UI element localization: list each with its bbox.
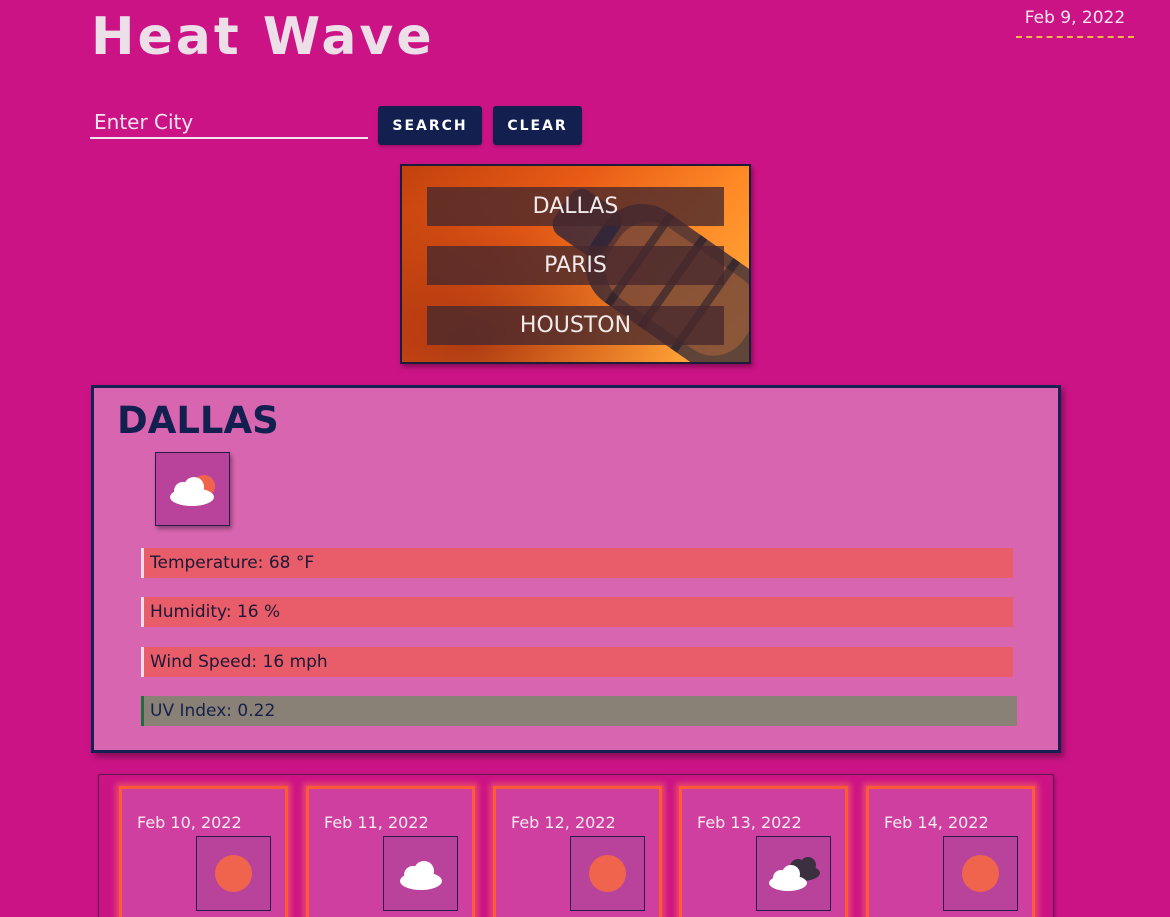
- current-date: Feb 9, 2022: [1016, 8, 1134, 38]
- forecast-card: Feb 14, 2022: [866, 786, 1035, 917]
- forecast-card: Feb 12, 2022: [493, 786, 662, 917]
- forecast-icon-box: [383, 836, 458, 911]
- clear-button[interactable]: CLEAR: [493, 106, 582, 145]
- forecast-icon-box: [943, 836, 1018, 911]
- app-title: Heat Wave: [91, 7, 435, 67]
- humidity-stat: Humidity: 16 %: [141, 597, 1013, 627]
- forecast-icon-box: [570, 836, 645, 911]
- search-history-panel: DALLAS PARIS HOUSTON: [400, 164, 751, 364]
- history-item-dallas[interactable]: DALLAS: [427, 187, 724, 226]
- search-button[interactable]: SEARCH: [378, 106, 482, 145]
- history-item-paris[interactable]: PARIS: [427, 246, 724, 285]
- forecast-date: Feb 12, 2022: [511, 813, 616, 832]
- forecast-icon-box: [756, 836, 831, 911]
- uv-index-stat: UV Index: 0.22: [141, 696, 1017, 726]
- current-weather-icon-box: [155, 452, 230, 526]
- history-item-houston[interactable]: HOUSTON: [427, 306, 724, 345]
- forecast-date: Feb 14, 2022: [884, 813, 989, 832]
- current-city-name: DALLAS: [117, 399, 279, 442]
- cloud-icon: [400, 861, 442, 890]
- temperature-stat: Temperature: 68 °F: [141, 548, 1013, 578]
- forecast-card: Feb 11, 2022: [306, 786, 475, 917]
- partly-cloudy-icon: [170, 475, 215, 506]
- forecast-date: Feb 13, 2022: [697, 813, 802, 832]
- forecast-card: Feb 10, 2022: [119, 786, 288, 917]
- wind-speed-stat: Wind Speed: 16 mph: [141, 647, 1013, 677]
- forecast-date: Feb 10, 2022: [137, 813, 242, 832]
- city-search-input[interactable]: [90, 107, 368, 139]
- forecast-date: Feb 11, 2022: [324, 813, 429, 832]
- current-weather-card: DALLAS Temperature: 68 °F Humidity: 16 %…: [91, 385, 1061, 753]
- forecast-card: Feb 13, 2022: [679, 786, 848, 917]
- page: Heat Wave Feb 9, 2022 SEARCH CLEAR DALLA…: [0, 0, 1170, 917]
- sun-icon: [589, 855, 626, 892]
- forecast-icon-box: [196, 836, 271, 911]
- sun-icon: [962, 855, 999, 892]
- forecast-panel: Feb 10, 2022 Feb 11, 2022 Feb 12, 2022 F…: [98, 774, 1054, 917]
- sun-icon: [215, 855, 252, 892]
- broken-clouds-icon: [769, 857, 820, 891]
